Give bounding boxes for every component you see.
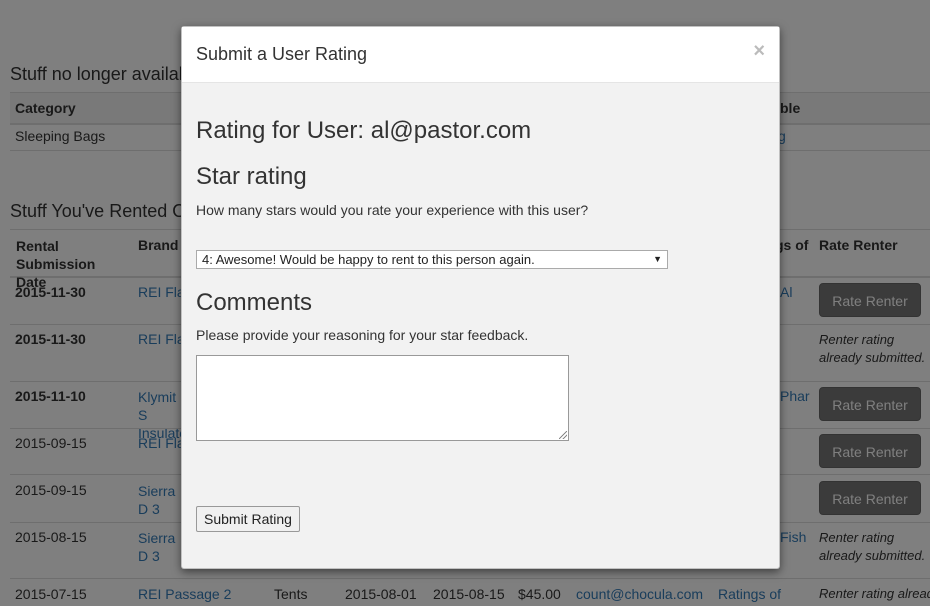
submit-rating-button[interactable]: Submit Rating [196,506,300,532]
comments-textarea[interactable] [196,355,569,441]
star-rating-selected-value: 4: Awesome! Would be happy to rent to th… [202,252,535,267]
star-rating-prompt: How many stars would you rate your exper… [196,202,589,218]
close-icon[interactable]: × [753,40,765,63]
dropdown-arrow-icon: ▼ [653,254,662,264]
resize-handle-icon[interactable] [559,431,567,439]
comments-prompt: Please provide your reasoning for your s… [196,327,529,343]
modal-header: Submit a User Rating × [182,27,779,83]
rating-modal: Submit a User Rating × Rating for User: … [181,26,780,569]
comments-heading: Comments [196,289,313,316]
star-rating-select[interactable]: 4: Awesome! Would be happy to rent to th… [196,250,668,269]
modal-title: Submit a User Rating [196,44,368,64]
rating-for-user-heading: Rating for User: al@pastor.com [196,117,532,144]
star-rating-heading: Star rating [196,163,307,190]
